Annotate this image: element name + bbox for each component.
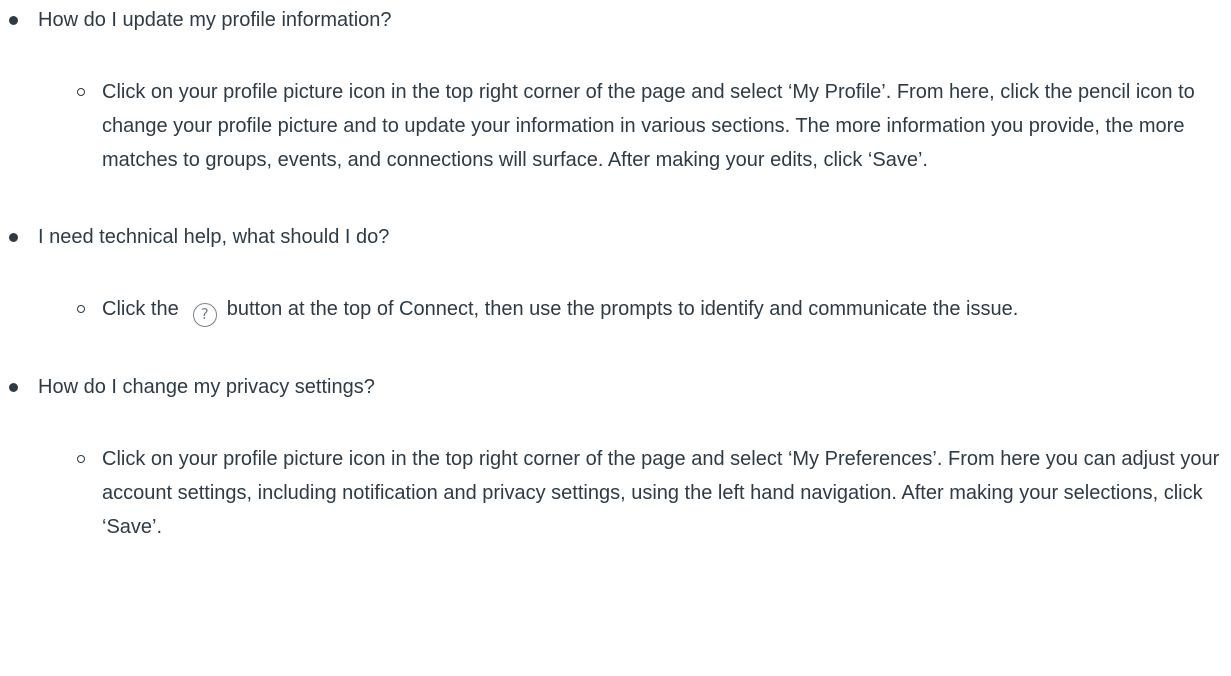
faq-question: I need technical help, what should I do? — [38, 226, 390, 248]
faq-answer: Click on your profile picture icon in th… — [0, 442, 1231, 544]
faq-answer: Click on your profile picture icon in th… — [0, 75, 1231, 177]
faq-answers: Click on your profile picture icon in th… — [38, 442, 1231, 544]
faq-question: How do I change my privacy settings? — [38, 376, 375, 398]
faq-item-technical-help: I need technical help, what should I do?… — [0, 220, 1231, 370]
answer-text-after-icon: button at the top of Connect, then use t… — [226, 298, 1019, 320]
faq-list: How do I update my profile information? … — [0, 0, 1231, 544]
faq-item-privacy: How do I change my privacy settings? Cli… — [0, 370, 1231, 544]
faq-answer: Click the? button at the top of Connect, … — [0, 292, 1231, 327]
help-question-icon: ? — [192, 303, 217, 327]
answer-text-before-icon: Click the — [102, 298, 179, 320]
faq-answers: Click on your profile picture icon in th… — [38, 75, 1231, 177]
faq-questions: How do I update my profile information? … — [0, 3, 1231, 544]
faq-item-profile: How do I update my profile information? … — [0, 3, 1231, 220]
faq-question: How do I update my profile information? — [38, 9, 392, 31]
faq-answers: Click the? button at the top of Connect, … — [38, 292, 1231, 327]
